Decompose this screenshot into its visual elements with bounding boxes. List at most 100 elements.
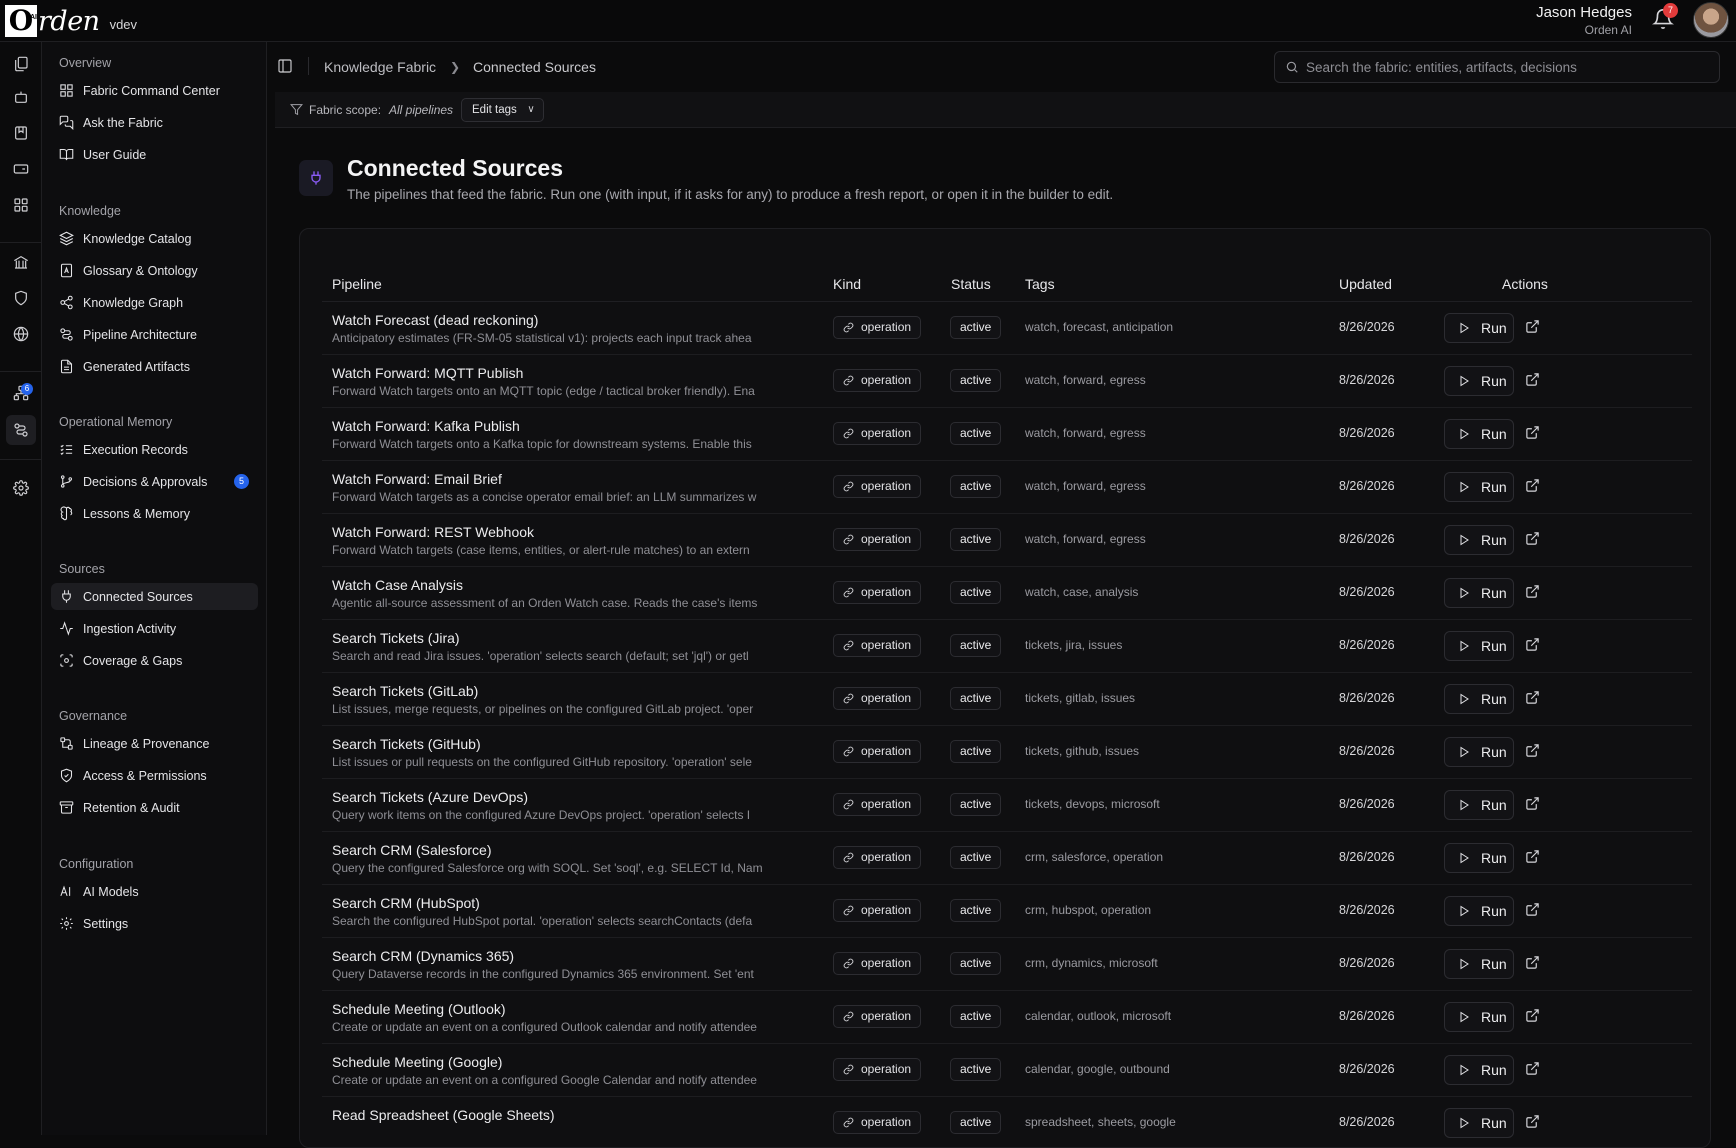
edit-tags-button[interactable]: Edit tags ∨ <box>461 98 544 122</box>
run-button[interactable]: Run <box>1444 790 1514 820</box>
table-row[interactable]: Search Tickets (Azure DevOps) Query work… <box>322 779 1692 832</box>
pipeline-name[interactable]: Schedule Meeting (Google) <box>332 1054 502 1070</box>
open-in-builder-icon[interactable] <box>1525 319 1543 337</box>
table-row[interactable]: Watch Case Analysis Agentic all-source a… <box>322 567 1692 620</box>
column-header-updated[interactable]: Updated <box>1339 276 1392 292</box>
run-button[interactable]: Run <box>1444 737 1514 767</box>
open-in-builder-icon[interactable] <box>1525 955 1543 973</box>
sidebar-toggle-icon[interactable] <box>277 58 293 74</box>
user-info[interactable]: Jason Hedges Orden AI <box>1536 4 1632 37</box>
sidebar-item-user-guide[interactable]: User Guide <box>51 141 258 168</box>
column-header-pipeline[interactable]: Pipeline <box>332 276 382 292</box>
sidebar-item-execution-records[interactable]: Execution Records <box>51 436 258 463</box>
search-input[interactable] <box>1306 57 1706 77</box>
bot-icon[interactable] <box>10 86 32 108</box>
pipeline-name[interactable]: Watch Case Analysis <box>332 577 463 593</box>
open-in-builder-icon[interactable] <box>1525 584 1543 602</box>
sidebar-item-fabric-command-center[interactable]: Fabric Command Center <box>51 77 258 104</box>
open-in-builder-icon[interactable] <box>1525 637 1543 655</box>
table-row[interactable]: Search Tickets (GitHub) List issues or p… <box>322 726 1692 779</box>
pipeline-name[interactable]: Watch Forward: MQTT Publish <box>332 365 523 381</box>
terminal-icon[interactable] <box>10 158 32 180</box>
run-button[interactable]: Run <box>1444 843 1514 873</box>
open-in-builder-icon[interactable] <box>1525 372 1543 390</box>
open-in-builder-icon[interactable] <box>1525 1008 1543 1026</box>
run-button[interactable]: Run <box>1444 472 1514 502</box>
sidebar-item-settings[interactable]: Settings <box>51 910 258 937</box>
breadcrumb-root[interactable]: Knowledge Fabric <box>324 59 436 75</box>
sidebar-item-ask-the-fabric[interactable]: Ask the Fabric <box>51 109 258 136</box>
table-row[interactable]: Search CRM (Salesforce) Query the config… <box>322 832 1692 885</box>
run-button[interactable]: Run <box>1444 313 1514 343</box>
bank-icon[interactable] <box>10 251 32 273</box>
notebook-icon[interactable] <box>10 122 32 144</box>
run-button[interactable]: Run <box>1444 578 1514 608</box>
pipeline-name[interactable]: Search Tickets (GitLab) <box>332 683 478 699</box>
sidebar-item-connected-sources[interactable]: Connected Sources <box>51 583 258 610</box>
run-button[interactable]: Run <box>1444 1055 1514 1085</box>
open-in-builder-icon[interactable] <box>1525 1061 1543 1079</box>
table-row[interactable]: Watch Forward: REST Webhook Forward Watc… <box>322 514 1692 567</box>
sidebar-item-ai-models[interactable]: AI Models <box>51 878 258 905</box>
table-row[interactable]: Watch Forward: MQTT Publish Forward Watc… <box>322 355 1692 408</box>
shield-icon[interactable] <box>10 287 32 309</box>
pipeline-name[interactable]: Watch Forward: Email Brief <box>332 471 502 487</box>
table-row[interactable]: Watch Forward: Kafka Publish Forward Wat… <box>322 408 1692 461</box>
pipeline-name[interactable]: Watch Forecast (dead reckoning) <box>332 312 538 328</box>
sidebar-item-pipeline-architecture[interactable]: Pipeline Architecture <box>51 321 258 348</box>
sidebar-item-knowledge-graph[interactable]: Knowledge Graph <box>51 289 258 316</box>
pipeline-name[interactable]: Search Tickets (Jira) <box>332 630 460 646</box>
run-button[interactable]: Run <box>1444 684 1514 714</box>
open-in-builder-icon[interactable] <box>1525 478 1543 496</box>
sidebar-item-knowledge-catalog[interactable]: Knowledge Catalog <box>51 225 258 252</box>
pipeline-name[interactable]: Watch Forward: REST Webhook <box>332 524 534 540</box>
pipeline-name[interactable]: Search Tickets (GitHub) <box>332 736 481 752</box>
run-button[interactable]: Run <box>1444 896 1514 926</box>
open-in-builder-icon[interactable] <box>1525 902 1543 920</box>
avatar[interactable] <box>1693 2 1729 38</box>
column-header-status[interactable]: Status <box>951 276 991 292</box>
workflow-icon[interactable] <box>6 415 36 445</box>
open-in-builder-icon[interactable] <box>1525 531 1543 549</box>
open-in-builder-icon[interactable] <box>1525 425 1543 443</box>
run-button[interactable]: Run <box>1444 949 1514 979</box>
sidebar-item-ingestion-activity[interactable]: Ingestion Activity <box>51 615 258 642</box>
table-row[interactable]: Schedule Meeting (Outlook) Create or upd… <box>322 991 1692 1044</box>
sidebar-item-generated-artifacts[interactable]: Generated Artifacts <box>51 353 258 380</box>
sidebar-item-decisions-approvals[interactable]: Decisions & Approvals 5 <box>51 468 258 495</box>
table-row[interactable]: Watch Forecast (dead reckoning) Anticipa… <box>322 302 1692 355</box>
sidebar-item-access-permissions[interactable]: Access & Permissions <box>51 762 258 789</box>
table-row[interactable]: Schedule Meeting (Google) Create or upda… <box>322 1044 1692 1097</box>
column-header-kind[interactable]: Kind <box>833 276 861 292</box>
run-button[interactable]: Run <box>1444 419 1514 449</box>
sidebar-item-coverage-gaps[interactable]: Coverage & Gaps <box>51 647 258 674</box>
orden-logo[interactable]: O AI rden vdev <box>5 4 137 38</box>
apps-icon[interactable] <box>10 194 32 216</box>
globe-icon[interactable] <box>10 323 32 345</box>
table-row[interactable]: Search CRM (HubSpot) Search the configur… <box>322 885 1692 938</box>
gear-icon[interactable] <box>10 477 32 499</box>
open-in-builder-icon[interactable] <box>1525 690 1543 708</box>
table-row[interactable]: Search Tickets (GitLab) List issues, mer… <box>322 673 1692 726</box>
run-button[interactable]: Run <box>1444 1108 1514 1138</box>
pipeline-name[interactable]: Watch Forward: Kafka Publish <box>332 418 520 434</box>
table-row[interactable]: Watch Forward: Email Brief Forward Watch… <box>322 461 1692 514</box>
column-header-tags[interactable]: Tags <box>1025 276 1055 292</box>
pipeline-name[interactable]: Search Tickets (Azure DevOps) <box>332 789 528 805</box>
sidebar-item-lineage-provenance[interactable]: Lineage & Provenance <box>51 730 258 757</box>
sidebar-item-lessons-memory[interactable]: Lessons & Memory <box>51 500 258 527</box>
open-in-builder-icon[interactable] <box>1525 849 1543 867</box>
documents-icon[interactable] <box>10 53 32 75</box>
pipeline-name[interactable]: Schedule Meeting (Outlook) <box>332 1001 506 1017</box>
sidebar-item-glossary-ontology[interactable]: Glossary & Ontology <box>51 257 258 284</box>
table-row[interactable]: Search CRM (Dynamics 365) Query Datavers… <box>322 938 1692 991</box>
sidebar-item-retention-audit[interactable]: Retention & Audit <box>51 794 258 821</box>
run-button[interactable]: Run <box>1444 631 1514 661</box>
run-button[interactable]: Run <box>1444 366 1514 396</box>
open-in-builder-icon[interactable] <box>1525 796 1543 814</box>
pipeline-name[interactable]: Search CRM (HubSpot) <box>332 895 480 911</box>
pipeline-name[interactable]: Search CRM (Dynamics 365) <box>332 948 514 964</box>
pipeline-name[interactable]: Read Spreadsheet (Google Sheets) <box>332 1107 555 1123</box>
open-in-builder-icon[interactable] <box>1525 743 1543 761</box>
table-row[interactable]: Read Spreadsheet (Google Sheets) operati… <box>322 1097 1692 1147</box>
